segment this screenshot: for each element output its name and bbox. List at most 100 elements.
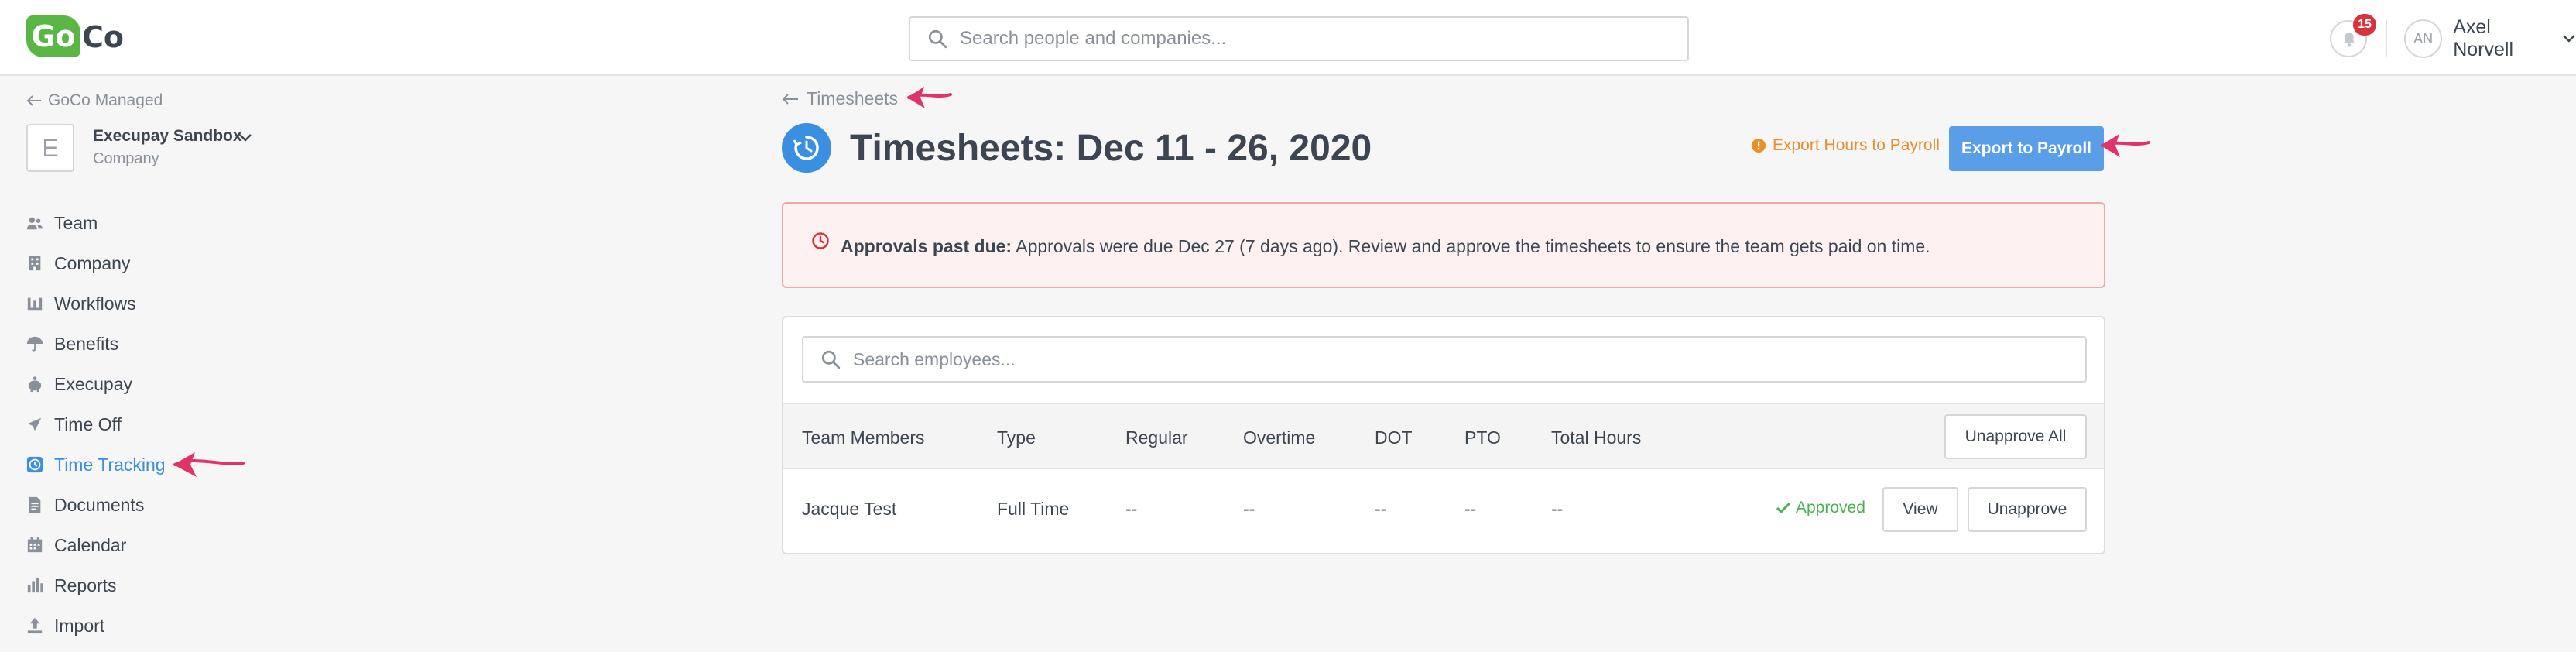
goco-managed-label: GoCo Managed (48, 91, 163, 109)
logo-go: Go (26, 15, 80, 57)
piggy-bank-icon (28, 376, 42, 393)
company-switcher[interactable]: E Execupay Sandbox Company (26, 124, 351, 175)
status-label: Approved (1796, 499, 1865, 516)
alarm-clock-icon (812, 232, 829, 249)
company-type: Company (93, 150, 159, 167)
unapprove-all-button[interactable]: Unapprove All (1944, 414, 2087, 459)
calendar-icon (27, 537, 43, 553)
global-search-input[interactable] (960, 28, 1656, 50)
upload-icon (27, 617, 43, 634)
sidebar-item-label: Team (54, 212, 98, 233)
sidebar-item-team[interactable]: Team (26, 203, 351, 243)
goco-managed-link[interactable]: GoCo Managed (26, 91, 163, 110)
pto-hours: -- (1464, 499, 1477, 519)
sidebar-item-calendar[interactable]: Calendar (26, 525, 351, 565)
header-divider (2386, 20, 2387, 57)
arrow-left-icon (26, 95, 41, 106)
annotation-arrow-icon (173, 452, 245, 477)
search-icon (928, 29, 947, 49)
export-to-payroll-button[interactable]: Export to Payroll (1949, 126, 2104, 171)
sidebar-nav: Team Company Workflows Benefits Execupay… (26, 203, 351, 646)
check-icon (1776, 502, 1791, 514)
bar-chart-icon (27, 578, 43, 593)
column-header-overtime: Overtime (1243, 427, 1316, 448)
notifications-button[interactable]: 15 (2330, 14, 2376, 57)
export-hours-link[interactable]: Export Hours to Payroll (1751, 136, 1940, 155)
column-header-total-hours: Total Hours (1551, 427, 1642, 448)
page-title: Timesheets: Dec 11 - 26, 2020 (850, 128, 1372, 169)
timesheet-table-card: Team Members Type Regular Overtime DOT P… (782, 316, 2105, 554)
bell-icon (2343, 32, 2355, 47)
column-header-team-members: Team Members (802, 427, 925, 448)
annotation-arrow-icon (907, 87, 952, 108)
sidebar-item-label: Workflows (54, 293, 136, 314)
arrow-left-icon (782, 93, 798, 105)
regular-hours: -- (1125, 499, 1138, 519)
sidebar-item-benefits[interactable]: Benefits (26, 324, 351, 364)
view-button[interactable]: View (1882, 487, 1958, 532)
sidebar-item-label: Calendar (54, 534, 127, 555)
company-initial-box: E (26, 124, 74, 172)
alert-message: Approvals past due: Approvals were due D… (841, 236, 1930, 257)
back-link-label: Timesheets (807, 88, 899, 108)
annotation-arrow-icon (2101, 134, 2150, 157)
approvals-past-due-alert: Approvals past due: Approvals were due D… (782, 202, 2105, 288)
timesheet-title-icon (782, 123, 831, 173)
employee-search-input[interactable] (853, 348, 2014, 370)
export-hours-label: Export Hours to Payroll (1773, 136, 1940, 154)
sidebar-item-import[interactable]: Import (26, 606, 351, 646)
global-search[interactable] (909, 16, 1689, 61)
sidebar-item-company[interactable]: Company (26, 243, 351, 283)
alert-body: Approvals were due Dec 27 (7 days ago). … (1012, 236, 1930, 256)
table-row: Jacque Test Full Time -- -- -- -- -- App… (783, 469, 2104, 553)
column-header-pto: PTO (1464, 427, 1501, 448)
search-icon (821, 350, 841, 369)
sidebar-item-label: Documents (54, 494, 145, 515)
unapprove-button[interactable]: Unapprove (1968, 487, 2087, 532)
column-header-type: Type (997, 427, 1036, 448)
dot-hours: -- (1375, 499, 1387, 519)
building-icon (29, 256, 41, 271)
sidebar-item-label: Company (54, 252, 131, 273)
warning-icon (1752, 139, 1766, 153)
sidebar-item-workflows[interactable]: Workflows (26, 283, 351, 324)
column-header-regular: Regular (1125, 427, 1188, 448)
sidebar-item-label: Reports (54, 575, 117, 595)
user-name: Axel Norvell (2453, 16, 2514, 60)
notification-count-badge: 15 (2353, 14, 2376, 36)
sidebar-item-reports[interactable]: Reports (26, 565, 351, 606)
goco-logo[interactable]: Go Co (26, 15, 124, 59)
umbrella-icon (26, 336, 43, 352)
document-icon (29, 496, 41, 513)
workflow-icon (27, 297, 43, 311)
sidebar-item-label: Time Tracking (54, 454, 166, 475)
chevron-down-icon (239, 134, 252, 142)
avatar: AN (2404, 19, 2443, 58)
sidebar-item-time-off[interactable]: Time Off (26, 404, 351, 444)
chevron-down-icon (2563, 35, 2575, 43)
employee-search[interactable] (802, 336, 2087, 383)
sidebar-item-label: Execupay (54, 373, 133, 394)
sidebar-item-execupay[interactable]: Execupay (26, 364, 351, 404)
alert-title: Approvals past due: (841, 236, 1012, 256)
column-header-dot: DOT (1375, 427, 1413, 448)
top-bar: Go Co 15 AN Axel Norvell (0, 0, 2576, 76)
sidebar-item-documents[interactable]: Documents (26, 485, 351, 525)
total-hours: -- (1551, 499, 1564, 519)
plane-icon (27, 417, 42, 431)
sidebar-item-label: Benefits (54, 333, 119, 354)
table-header: Team Members Type Regular Overtime DOT P… (783, 403, 2104, 469)
company-name: Execupay Sandbox (93, 127, 242, 145)
sidebar-item-label: Time Off (54, 414, 122, 434)
clock-icon (793, 136, 819, 160)
user-menu[interactable]: AN Axel Norvell (2404, 16, 2576, 60)
team-icon (26, 217, 43, 230)
timesheets-back-link[interactable]: Timesheets (782, 88, 898, 109)
sidebar-item-label: Import (54, 615, 105, 636)
status-badge: Approved (1776, 499, 1865, 517)
employee-type: Full Time (997, 499, 1070, 519)
clock-icon (26, 456, 43, 473)
sidebar-item-time-tracking[interactable]: Time Tracking (26, 444, 351, 485)
overtime-hours: -- (1243, 499, 1255, 519)
logo-co: Co (82, 20, 124, 54)
